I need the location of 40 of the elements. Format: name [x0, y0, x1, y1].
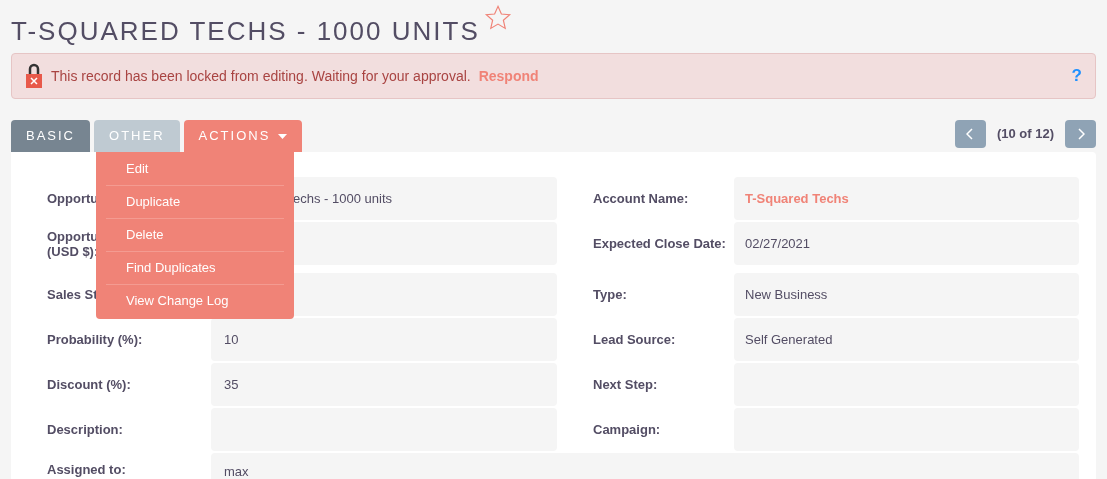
- menu-item[interactable]: Duplicate: [106, 185, 284, 218]
- value-text: 02/27/2021: [745, 234, 811, 253]
- caret-icon: [278, 133, 288, 139]
- alert-message: This record has been locked from editing. Waiting for your approval.: [51, 66, 471, 86]
- help-link[interactable]: ?: [1071, 63, 1082, 89]
- menu-item[interactable]: Find Duplicates: [106, 251, 284, 284]
- star-icon[interactable]: [483, 4, 512, 32]
- value-text: Self Generated: [745, 330, 833, 349]
- field-label: Next Step:: [593, 375, 658, 394]
- account-link[interactable]: T-Squared Techs: [745, 188, 849, 209]
- field-label: Discount (%):: [47, 377, 131, 392]
- menu-item[interactable]: Delete: [106, 218, 284, 251]
- field-label: Sales St: [47, 287, 98, 302]
- record-counter: (10 of 12): [996, 125, 1054, 144]
- tab[interactable]: BASIC: [11, 120, 90, 152]
- field-label: Expected Close Date:: [593, 234, 726, 253]
- field-label: Type:: [593, 285, 627, 304]
- respond-link[interactable]: Respond: [478, 65, 539, 87]
- page-title: T-SQUARED TECHS - 1000 UNITS: [11, 18, 480, 44]
- field-label: Lead Source:: [593, 330, 676, 349]
- next-button[interactable]: [1065, 120, 1096, 148]
- tab[interactable]: OTHER: [94, 120, 180, 152]
- actions-menu-button[interactable]: ACTIONS: [183, 120, 303, 152]
- field-label: Assigned to:: [47, 462, 126, 477]
- value-text: 35: [224, 375, 239, 394]
- chevron-right-icon: [1076, 128, 1085, 140]
- field-label: Probability (%):: [47, 332, 143, 347]
- lock-icon: [25, 63, 43, 89]
- menu-item[interactable]: View Change Log: [106, 284, 284, 317]
- value-text: echs - 1000 units: [292, 189, 392, 208]
- previous-button[interactable]: [954, 120, 986, 148]
- field-label: Opportu: [47, 191, 99, 206]
- value-text: max: [224, 464, 249, 479]
- chevron-left-icon: [966, 128, 975, 140]
- value-text: New Business: [745, 285, 828, 304]
- field-label: Description:: [47, 422, 123, 437]
- value-text: 10: [224, 330, 239, 349]
- field-label: Account Name:: [593, 189, 689, 208]
- menu-item[interactable]: Edit: [106, 152, 284, 185]
- field-label: Campaign:: [593, 420, 661, 439]
